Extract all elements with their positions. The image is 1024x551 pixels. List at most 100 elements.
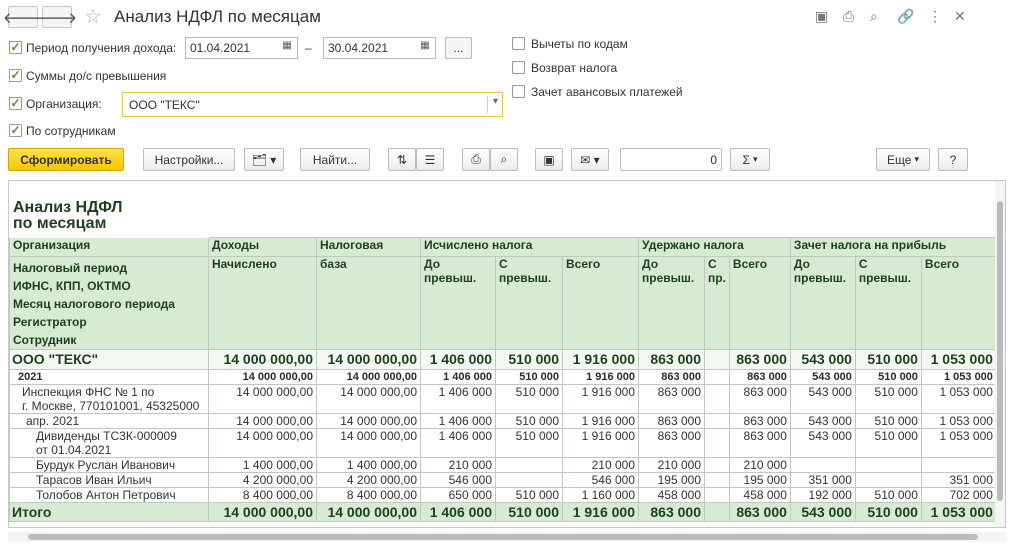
header-offset-total: Всего [920,256,997,350]
cell: 510 000 [854,369,922,385]
back-button[interactable]: 🡐 [3,6,43,28]
dropdown-icon[interactable]: ▾ [486,96,498,113]
cell: 1 053 000 [920,349,997,370]
more-vertical-icon[interactable]: ⋮ [928,8,942,25]
report-title: Анализ НДФЛ по месяцам [9,181,209,238]
envelope-icon: ✉ ▾ [580,152,600,167]
cell: 14 000 000,00 [316,384,421,414]
cell [704,487,730,503]
settings-button[interactable]: Настройки... [143,148,235,171]
header-base2: база [316,256,421,350]
vertical-scrollbar[interactable] [995,181,1005,527]
star-icon[interactable]: ☆ [84,4,102,29]
row-header-org: Организация [9,237,209,257]
cell: 510 000 [854,384,922,414]
more-button[interactable]: Еще ▾ [876,148,930,171]
save-icon[interactable]: ▣ [815,8,828,25]
org-checkbox[interactable]: ✓ [9,97,22,110]
email-button[interactable]: ✉ ▾ [571,148,609,171]
cell: 1 053 000 [920,502,997,522]
link-icon[interactable]: 🔗 [897,8,914,25]
sum-button[interactable]: Σ ▾ [730,148,770,171]
table-row[interactable]: Толобов Антон Петрович 8 400 000,00 8 400 … [9,487,997,503]
period-checkbox[interactable]: ✓ [9,41,22,54]
cell [789,457,856,473]
header-base: Налоговая [316,237,421,257]
cell: 1 406 000 [420,349,496,370]
cell: 210 000 [728,457,791,473]
cell: 14 000 000,00 [316,349,421,370]
refund-checkbox[interactable] [512,61,525,74]
report-area[interactable]: Анализ НДФЛ по месяцам Организация Доход… [8,180,1006,528]
cell: 210 000 [562,457,639,473]
org-row[interactable]: ООО "ТЕКС" 14 000 000,00 14 000 000,00 1 40… [9,349,997,370]
row-header-stack: Налоговый период ИФНС, КПП, ОКТМО Месяц на… [9,256,209,350]
list-icon: ☰ [424,152,436,167]
help-button[interactable]: ? [938,148,968,171]
table-row[interactable]: Дивиденды ТС3К-000009 от 01.04.2021 14 00… [9,428,997,458]
horizontal-scrollbar[interactable] [8,532,1006,542]
cell: 1 916 000 [562,413,639,429]
header-accrued: Начислено [208,256,317,350]
cell [495,472,563,488]
list-button[interactable]: ☰ [416,148,444,171]
forward-button[interactable]: 🡒 [37,6,77,28]
date-to-field[interactable]: 30.04.2021 ▦ [323,37,436,59]
cell: 543 000 [789,369,856,385]
cell: 14 000 000,00 [316,502,421,522]
cell: 8 400 000,00 [316,487,421,503]
preview-icon[interactable]: ⌕ [870,8,878,25]
total-row[interactable]: Итого 14 000 000,00 14 000 000,00 1 406 000… [9,502,997,522]
cell: 863 000 [728,502,791,522]
save-button[interactable]: ▣ [535,148,563,171]
cell: 1 916 000 [562,502,639,522]
row-label: Дивиденды ТС3К-000009 от 01.04.2021 [9,428,209,458]
cell: 546 000 [562,472,639,488]
period-label: Период получения дохода: [26,41,177,55]
report-table: Анализ НДФЛ по месяцам Организация Доход… [9,181,997,522]
sort-button[interactable]: ⇅ [388,148,416,171]
cell: 650 000 [420,487,496,503]
calendar-icon[interactable]: ▦ [279,40,295,56]
header-offset-after: С превыш. [854,256,922,350]
cell: 195 000 [728,472,791,488]
cell: 1 053 000 [920,369,997,385]
table-row[interactable]: Инспекция ФНС № 1 по г. Москве, 77010100… [9,384,997,414]
generate-button[interactable]: Сформировать [8,148,124,171]
cell: 510 000 [854,502,922,522]
cell: 1 406 000 [420,384,496,414]
cell [704,472,730,488]
header-withheld-after: С пр. [704,256,730,350]
cell: 210 000 [420,457,496,473]
date-from-field[interactable]: 01.04.2021 ▦ [185,37,298,59]
preview-button[interactable]: ⌕ [490,148,518,171]
cell: 863 000 [638,384,705,414]
table-row[interactable]: Тарасов Иван Ильич 4 200 000,00 4 200 000,… [9,472,997,488]
by-employee-checkbox[interactable]: ✓ [9,124,22,137]
row-label: Бурдук Руслан Иванович [9,457,209,473]
deductions-checkbox[interactable] [512,37,525,50]
calendar-icon[interactable]: ▦ [417,40,433,56]
variants-button[interactable]: 🗂 ▾ [244,148,284,171]
header-income: Доходы [208,237,317,257]
close-icon[interactable]: ✕ [954,8,966,25]
print-icon[interactable]: ⎙ [843,8,854,25]
table-row[interactable]: 2021 14 000 000,00 14 000 000,00 1 406 000 5… [9,369,997,385]
by-employee-label: По сотрудникам [26,124,116,138]
organization-field[interactable]: ООО "ТЕКС" ▾ [122,92,503,117]
cell: 863 000 [638,413,705,429]
cell: 1 406 000 [420,428,496,458]
cell: 14 000 000,00 [208,369,317,385]
cell [704,413,730,429]
print-button[interactable]: ⎙ [462,148,490,171]
amounts-checkbox[interactable]: ✓ [9,69,22,82]
period-select-button[interactable]: ... [445,37,472,59]
cell: 192 000 [789,487,856,503]
find-button[interactable]: Найти... [300,148,370,171]
sum-field[interactable]: 0 [620,148,722,171]
table-row[interactable]: апр. 2021 14 000 000,00 14 000 000,00 1 406… [9,413,997,429]
cell: 510 000 [495,413,563,429]
date-dash: – [305,41,312,55]
advance-checkbox[interactable] [512,85,525,98]
table-row[interactable]: Бурдук Руслан Иванович 1 400 000,00 1 400 … [9,457,997,473]
